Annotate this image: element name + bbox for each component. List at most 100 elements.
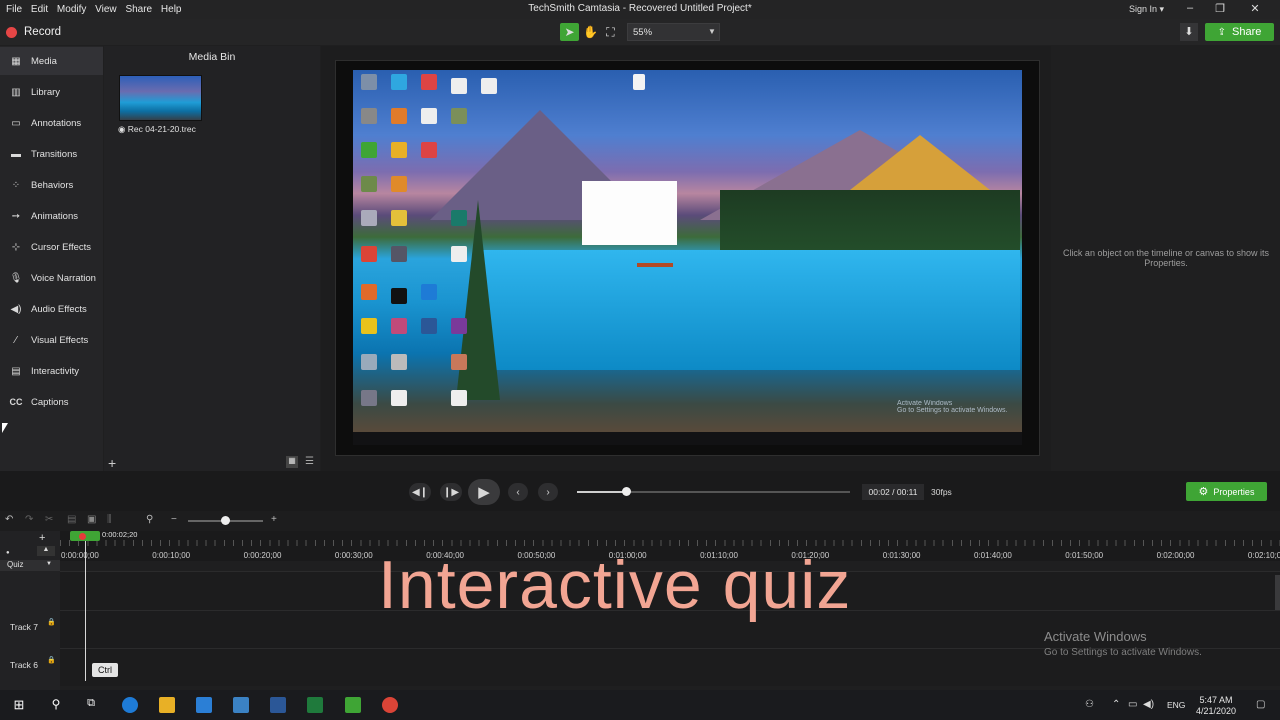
mail-icon[interactable] (233, 697, 249, 713)
system-clock[interactable]: 5:47 AM 4/21/2020 (1196, 695, 1236, 717)
recorded-taskbar (353, 432, 1022, 445)
grid-view-icon[interactable]: ▦ (286, 456, 298, 468)
desktop-icon (421, 74, 437, 90)
interactivity-icon: ▤ (11, 365, 21, 377)
menu-modify[interactable]: Modify (57, 4, 86, 15)
quiz-track-header[interactable]: Quiz ▼ (0, 560, 60, 571)
menu-file[interactable]: File (6, 4, 22, 15)
media-thumbnail[interactable] (119, 75, 202, 121)
properties-button[interactable]: ⚙ Properties (1186, 482, 1267, 501)
undo-icon[interactable]: ↶ (5, 514, 13, 525)
record-button[interactable]: Record (6, 24, 61, 40)
notification-icon[interactable]: ▢ (1256, 699, 1265, 710)
sidebar-item-transitions[interactable]: ▬ Transitions (0, 140, 103, 168)
lock-icon[interactable]: 🔒 (47, 656, 56, 664)
people-icon[interactable]: ⚇ (1085, 699, 1094, 710)
download-icon[interactable]: ⬇ (1180, 23, 1198, 41)
word-icon[interactable] (270, 697, 286, 713)
restore-icon[interactable]: ❐ (1205, 2, 1235, 17)
menu-bar: File Edit Modify View Share Help (0, 0, 1280, 19)
store-icon[interactable] (196, 697, 212, 713)
desktop-icon (361, 142, 377, 158)
close-icon[interactable]: ✕ (1240, 2, 1270, 17)
previous-frame-icon[interactable]: ◀❙ (409, 483, 431, 501)
sidebar-item-label: Behaviors (31, 179, 74, 191)
share-button[interactable]: ⇪ Share (1205, 23, 1274, 41)
cursor-icon: ⊹ (11, 241, 21, 253)
search-icon[interactable]: ⚲ (48, 697, 64, 713)
chrome-icon[interactable] (382, 697, 398, 713)
select-tool-icon[interactable]: ➤ (560, 23, 579, 41)
redo-icon[interactable]: ↷ (25, 514, 33, 525)
list-view-icon[interactable]: ☰ (305, 456, 314, 467)
sidebar-item-annotations[interactable]: ▭ Annotations (0, 109, 103, 137)
desktop-icon (451, 78, 467, 94)
chevron-up-icon[interactable]: ⌃ (1112, 699, 1120, 710)
sidebar-item-captions[interactable]: CC Captions (0, 388, 103, 416)
tools-sidebar: ▦ Media ▥ Library ▭ Annotations ▬ Transition… (0, 46, 103, 471)
desktop-icon (421, 318, 437, 334)
copy-icon[interactable]: ▤ (67, 514, 76, 525)
transition-icon: ▬ (11, 148, 21, 160)
ruler-tick-label: 0:01:50;00 (1065, 551, 1104, 560)
microphone-icon: 🎙 (9, 272, 23, 284)
play-icon[interactable]: ▶ (468, 479, 500, 505)
volume-icon[interactable]: ◀) (1143, 699, 1154, 710)
zoom-in-icon[interactable]: + (271, 514, 277, 525)
pan-tool-icon[interactable]: ✋ (581, 23, 600, 41)
paste-icon[interactable]: ▣ (87, 514, 96, 525)
zoom-out-icon[interactable]: − (171, 514, 177, 525)
chevron-left-icon[interactable]: ‹ (508, 483, 528, 501)
desktop-icon (361, 390, 377, 406)
cut-icon[interactable]: ✂ (45, 514, 53, 525)
timeline-scrollbar[interactable] (1275, 575, 1280, 610)
sidebar-item-audio-effects[interactable]: ◀) Audio Effects (0, 295, 103, 323)
sidebar-item-voice-narration[interactable]: 🎙 Voice Narration (0, 264, 103, 292)
split-icon[interactable]: ⫼ (107, 514, 112, 525)
menu-help[interactable]: Help (161, 4, 182, 15)
menu-edit[interactable]: Edit (31, 4, 48, 15)
minimize-icon[interactable]: – (1175, 2, 1205, 17)
excel-icon[interactable] (307, 697, 323, 713)
lock-icon[interactable]: 🔒 (47, 618, 56, 626)
video-caption-overlay: Interactive quiz (378, 547, 852, 623)
edge-icon[interactable] (122, 697, 138, 713)
file-explorer-icon[interactable] (159, 697, 175, 713)
white-rectangle-annotation[interactable] (582, 181, 677, 245)
zoom-icon[interactable]: ⚲ (146, 514, 153, 525)
desktop-icon (391, 318, 407, 334)
sidebar-item-animations[interactable]: ➙ Animations (0, 202, 103, 230)
playhead-marker[interactable] (79, 533, 86, 540)
network-icon[interactable]: ▭ (1128, 699, 1137, 710)
add-media-button[interactable]: + (108, 455, 116, 471)
collapse-tracks-icon[interactable]: ▲ (37, 546, 55, 556)
playhead-line (85, 541, 86, 681)
sidebar-item-label: Audio Effects (31, 303, 87, 315)
step-icon[interactable]: ❙▶ (440, 483, 462, 501)
desktop-icon (391, 142, 407, 158)
crop-tool-icon[interactable]: ⛶ (601, 23, 620, 41)
sign-in-button[interactable]: Sign In ▾ (1129, 4, 1164, 15)
arrow-annotation[interactable] (637, 263, 673, 267)
timeline-zoom-handle[interactable] (221, 516, 230, 525)
zoom-dropdown[interactable]: 55% (627, 23, 720, 41)
chevron-right-icon[interactable]: › (538, 483, 558, 501)
add-track-icon[interactable]: + (39, 532, 45, 544)
share-label: Share (1232, 26, 1262, 38)
input-language[interactable]: ENG (1167, 700, 1185, 710)
sidebar-item-library[interactable]: ▥ Library (0, 78, 103, 106)
sidebar-item-media[interactable]: ▦ Media (0, 47, 103, 75)
sidebar-item-visual-effects[interactable]: ⁄ Visual Effects (0, 326, 103, 354)
sidebar-item-interactivity[interactable]: ▤ Interactivity (0, 357, 103, 385)
camtasia-icon[interactable] (345, 697, 361, 713)
playhead-time: 0:00:02;20 (102, 530, 138, 539)
windows-start-icon[interactable]: ⊞ (11, 697, 27, 713)
media-bin-title: Media Bin (188, 51, 236, 63)
menu-share[interactable]: Share (125, 4, 152, 15)
film-icon: ▦ (11, 55, 21, 67)
menu-view[interactable]: View (95, 4, 117, 15)
task-view-icon[interactable]: ⧉ (83, 697, 99, 713)
sidebar-item-behaviors[interactable]: ⁘ Behaviors (0, 171, 103, 199)
sidebar-item-cursor-effects[interactable]: ⊹ Cursor Effects (0, 233, 103, 261)
desktop-icon (391, 354, 407, 370)
